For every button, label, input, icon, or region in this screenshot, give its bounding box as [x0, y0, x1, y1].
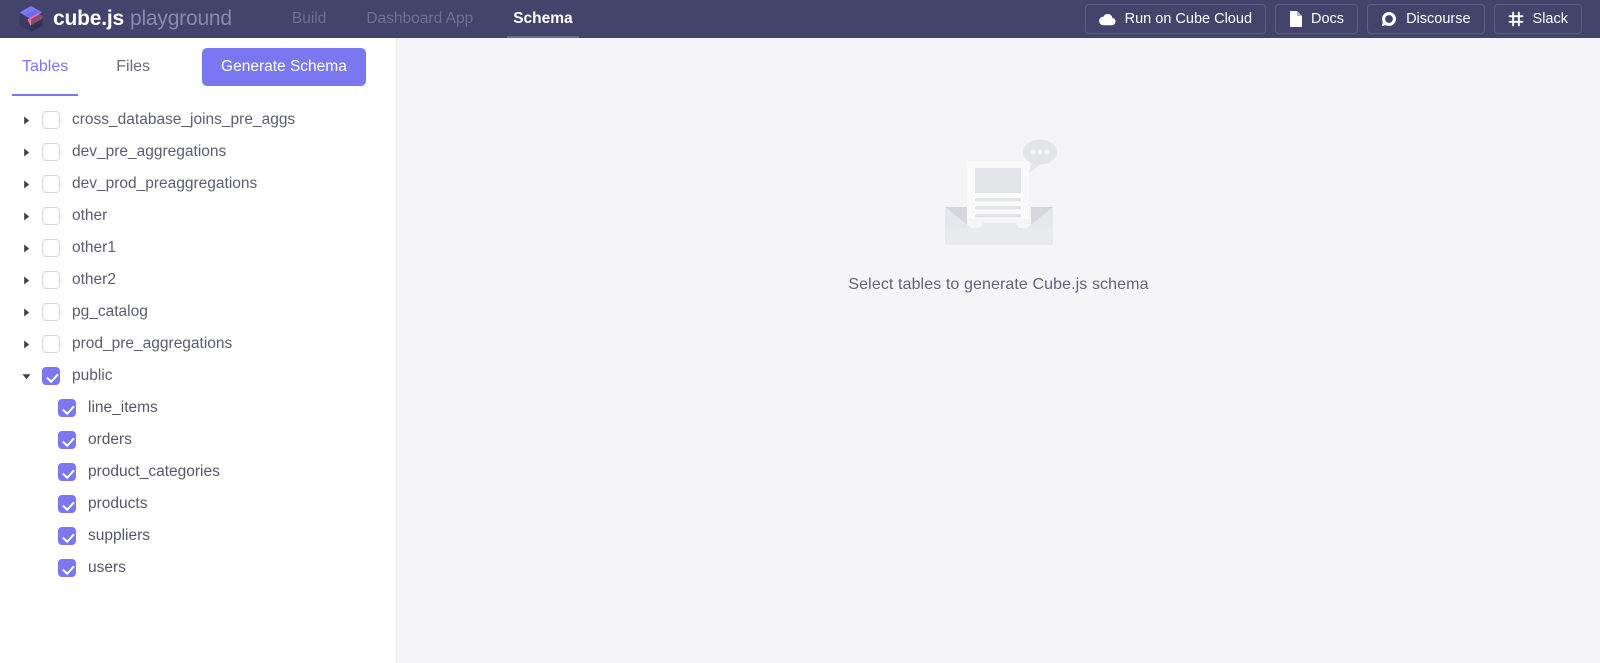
tree-item-label: products	[88, 495, 148, 512]
run-on-cube-cloud-label: Run on Cube Cloud	[1124, 11, 1253, 27]
nav-tab-build[interactable]: Build	[272, 0, 346, 38]
tree-row[interactable]: dev_prod_preaggregations	[0, 168, 396, 200]
tree-item-label: dev_prod_preaggregations	[72, 175, 258, 192]
main-content-area: Select tables to generate Cube.js schema	[397, 38, 1600, 663]
schema-sidebar: Tables Files Generate Schema cross_datab…	[0, 38, 397, 663]
chevron-right-icon[interactable]	[18, 308, 34, 317]
chevron-right-icon[interactable]	[18, 276, 34, 285]
chevron-right-icon[interactable]	[18, 116, 34, 125]
checkbox-checked[interactable]	[58, 527, 76, 545]
tree-item-label: pg_catalog	[72, 303, 148, 320]
tree-item-label: public	[72, 367, 113, 384]
tree-item-label: orders	[88, 431, 132, 448]
nav-tab-schema[interactable]: Schema	[493, 0, 592, 38]
checkbox-checked[interactable]	[42, 367, 60, 385]
tree-item-label: cross_database_joins_pre_aggs	[72, 111, 296, 128]
tree-item-label: product_categories	[88, 463, 220, 480]
checkbox-unchecked[interactable]	[42, 303, 60, 321]
document-icon	[1289, 11, 1303, 27]
slack-button[interactable]: Slack	[1493, 4, 1582, 34]
discourse-icon	[1381, 11, 1397, 27]
checkbox-unchecked[interactable]	[42, 271, 60, 289]
chevron-down-icon[interactable]	[18, 372, 34, 381]
checkbox-unchecked[interactable]	[42, 175, 60, 193]
tree-row[interactable]: pg_catalog	[0, 296, 396, 328]
tree-row[interactable]: users	[0, 552, 396, 584]
checkbox-unchecked[interactable]	[42, 143, 60, 161]
tree-item-label: prod_pre_aggregations	[72, 335, 233, 352]
nav-tab-dashboard-app[interactable]: Dashboard App	[346, 0, 493, 38]
checkbox-checked[interactable]	[58, 463, 76, 481]
tree-row[interactable]: public	[0, 360, 396, 392]
empty-state-text: Select tables to generate Cube.js schema	[848, 276, 1149, 293]
docs-label: Docs	[1311, 11, 1345, 27]
chevron-right-icon[interactable]	[18, 212, 34, 221]
discourse-label: Discourse	[1406, 11, 1471, 27]
slack-icon	[1508, 11, 1524, 27]
brand-suffix: playground	[129, 7, 232, 30]
discourse-button[interactable]: Discourse	[1367, 4, 1485, 34]
checkbox-checked[interactable]	[58, 431, 76, 449]
empty-state: Select tables to generate Cube.js schema	[397, 132, 1600, 294]
tree-item-label: users	[88, 559, 126, 576]
tree-row[interactable]: dev_pre_aggregations	[0, 136, 396, 168]
tree-row[interactable]: suppliers	[0, 520, 396, 552]
checkbox-checked[interactable]	[58, 559, 76, 577]
tree-row[interactable]: orders	[0, 424, 396, 456]
cloud-icon	[1098, 13, 1116, 26]
tree-row[interactable]: other	[0, 200, 396, 232]
checkbox-unchecked[interactable]	[42, 239, 60, 257]
tree-row[interactable]: prod_pre_aggregations	[0, 328, 396, 360]
tree-item-label: other	[72, 207, 108, 224]
tree-item-label: other1	[72, 239, 116, 256]
checkbox-unchecked[interactable]	[42, 111, 60, 129]
tab-files[interactable]: Files	[112, 38, 154, 96]
brand-title: cube.js playground	[53, 7, 232, 31]
header-actions: Run on Cube Cloud Docs Discourse Slack	[1084, 4, 1582, 34]
checkbox-unchecked[interactable]	[42, 207, 60, 225]
tree-row[interactable]: other1	[0, 232, 396, 264]
checkbox-unchecked[interactable]	[42, 335, 60, 353]
brand-name: cube.js	[53, 7, 124, 30]
docs-button[interactable]: Docs	[1275, 4, 1359, 34]
tree-item-label: line_items	[88, 399, 158, 416]
chevron-right-icon[interactable]	[18, 180, 34, 189]
tree-item-label: suppliers	[88, 527, 151, 544]
generate-schema-button[interactable]: Generate Schema	[202, 48, 366, 86]
tables-tree: cross_database_joins_pre_aggs dev_pre_agg…	[0, 96, 396, 584]
brand-logo-block[interactable]: cube.js playground	[18, 5, 232, 33]
tree-row[interactable]: other2	[0, 264, 396, 296]
main-navigation: Build Dashboard App Schema	[272, 0, 593, 38]
sidebar-tabs-row: Tables Files Generate Schema	[0, 38, 396, 96]
chevron-right-icon[interactable]	[18, 340, 34, 349]
tree-row[interactable]: product_categories	[0, 456, 396, 488]
empty-inbox-icon	[929, 132, 1069, 252]
slack-label: Slack	[1532, 11, 1568, 27]
tree-item-label: other2	[72, 271, 116, 288]
chevron-right-icon[interactable]	[18, 244, 34, 253]
chevron-right-icon[interactable]	[18, 148, 34, 157]
tree-row[interactable]: products	[0, 488, 396, 520]
tree-row[interactable]: cross_database_joins_pre_aggs	[0, 104, 396, 136]
cube-logo-icon	[18, 5, 44, 33]
top-header-bar: cube.js playground Build Dashboard App Sc…	[0, 0, 1600, 38]
tree-row[interactable]: line_items	[0, 392, 396, 424]
checkbox-checked[interactable]	[58, 399, 76, 417]
page-body: Tables Files Generate Schema cross_datab…	[0, 38, 1600, 663]
run-on-cube-cloud-button[interactable]: Run on Cube Cloud	[1084, 4, 1267, 34]
checkbox-checked[interactable]	[58, 495, 76, 513]
tree-item-label: dev_pre_aggregations	[72, 143, 227, 160]
tab-tables[interactable]: Tables	[11, 38, 79, 96]
